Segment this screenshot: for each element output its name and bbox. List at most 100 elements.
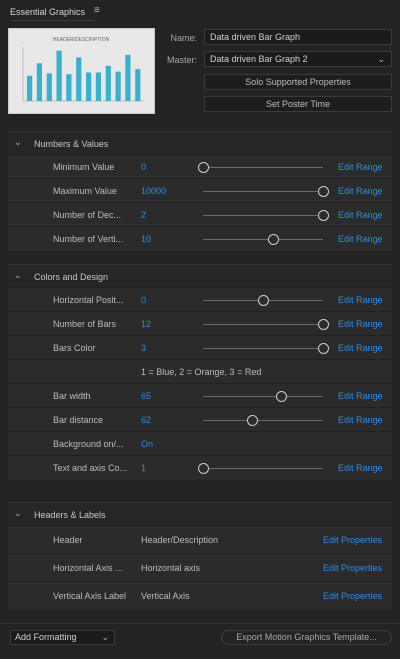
slider-handle[interactable]	[318, 319, 329, 330]
slider-track[interactable]	[203, 420, 323, 421]
section-header[interactable]: ⌄ Numbers & Values	[8, 131, 392, 154]
property-text[interactable]: Horizontal axis	[141, 563, 200, 573]
name-input[interactable]: Data driven Bar Graph	[204, 29, 392, 45]
panel-title-bar: Essential Graphics ≡	[0, 0, 400, 22]
edit-properties-link[interactable]: Edit Properties	[323, 563, 382, 573]
thumbnail-bar	[36, 63, 42, 101]
master-label: Master:	[166, 55, 197, 65]
property-name: Number of Dec...	[53, 210, 122, 220]
edit-properties-link[interactable]: Edit Properties	[323, 535, 382, 545]
property-value[interactable]: 2	[141, 210, 146, 220]
section-title: Numbers & Values	[34, 139, 109, 149]
edit-range-link[interactable]: Edit Range	[338, 391, 383, 401]
thumbnail-bar	[135, 69, 141, 101]
slider-handle[interactable]	[318, 210, 329, 221]
slider-track[interactable]	[203, 468, 323, 469]
chevron-down-icon[interactable]: ⌄	[14, 270, 22, 281]
property-row: Header Header/Description Edit Properties	[8, 525, 392, 554]
add-formatting-select[interactable]: Add Formatting ⌄	[10, 630, 115, 645]
edit-range-link[interactable]: Edit Range	[338, 186, 383, 196]
property-value[interactable]: 0	[141, 295, 146, 305]
slider-handle[interactable]	[318, 186, 329, 197]
slider-track[interactable]	[203, 324, 323, 325]
property-name: Horizontal Axis ...	[53, 563, 123, 573]
slider-handle[interactable]	[247, 415, 259, 426]
edit-properties-link[interactable]: Edit Properties	[323, 591, 382, 601]
thumbnail-bar	[56, 50, 62, 101]
chevron-down-icon[interactable]: ⌄	[14, 137, 22, 148]
property-row: Number of Bars 12 Edit Range	[8, 311, 392, 336]
property-name: Background on/...	[53, 439, 124, 449]
slider-track[interactable]	[203, 348, 323, 349]
property-row: Background on/... On	[8, 431, 392, 456]
slider-handle[interactable]	[198, 162, 209, 173]
edit-range-link[interactable]: Edit Range	[338, 295, 383, 305]
slider-track[interactable]	[203, 191, 323, 192]
add-formatting-label: Add Formatting	[15, 632, 77, 642]
property-value[interactable]: On	[141, 439, 153, 449]
property-text[interactable]: Header/Description	[141, 535, 218, 545]
property-name: Number of Bars	[53, 319, 117, 329]
thumbnail-bar	[66, 74, 72, 101]
property-name: Horizontal Posit...	[53, 295, 124, 305]
property-value[interactable]: 12	[141, 319, 151, 329]
title-underline	[10, 20, 95, 21]
thumbnail-bar	[105, 65, 111, 101]
slider-track[interactable]	[203, 396, 323, 397]
property-row: Bar width 65 Edit Range	[8, 383, 392, 408]
property-row: Number of Verti... 10 Edit Range	[8, 226, 392, 251]
property-value[interactable]: 10000	[141, 186, 166, 196]
export-motion-graphics-template-button[interactable]: Export Motion Graphics Template...	[221, 630, 392, 645]
property-value[interactable]: 10	[141, 234, 151, 244]
chevron-down-icon: ⌄	[101, 632, 109, 642]
edit-range-link[interactable]: Edit Range	[338, 463, 383, 473]
slider-handle[interactable]	[258, 295, 269, 306]
edit-range-link[interactable]: Edit Range	[338, 210, 383, 220]
property-row: Bars Color 3 Edit Range	[8, 335, 392, 360]
slider-handle[interactable]	[318, 343, 329, 354]
property-name: Number of Verti...	[53, 234, 124, 244]
thumbnail-bar	[95, 72, 101, 101]
property-text[interactable]: Vertical Axis	[141, 591, 190, 601]
property-row: Minimum Value 0 Edit Range	[8, 154, 392, 179]
slider-handle[interactable]	[267, 234, 279, 245]
thumbnail-bar	[27, 75, 33, 101]
chevron-down-icon[interactable]: ⌄	[14, 508, 22, 519]
set-poster-time-button[interactable]: Set Poster Time	[204, 96, 392, 112]
property-value[interactable]: 0	[141, 162, 146, 172]
section-header[interactable]: ⌄ Headers & Labels	[8, 502, 392, 525]
note-row: 1 = Blue, 2 = Orange, 3 = Red	[8, 359, 392, 384]
thumbnail-bar	[125, 54, 131, 101]
name-label: Name:	[170, 33, 197, 43]
master-select[interactable]: Data driven Bar Graph 2 ⌄	[204, 51, 392, 67]
section-header[interactable]: ⌄ Colors and Design	[8, 264, 392, 287]
property-value[interactable]: 65	[141, 391, 151, 401]
footer-divider	[0, 623, 400, 624]
property-value[interactable]: 3	[141, 343, 146, 353]
edit-range-link[interactable]: Edit Range	[338, 234, 383, 244]
property-name: Text and axis Co...	[53, 463, 128, 473]
edit-range-link[interactable]: Edit Range	[338, 162, 383, 172]
property-row: Text and axis Co... 1 Edit Range	[8, 455, 392, 480]
hamburger-icon[interactable]: ≡	[94, 6, 100, 16]
bars-color-note: 1 = Blue, 2 = Orange, 3 = Red	[141, 367, 262, 377]
property-row: Bar distance 62 Edit Range	[8, 407, 392, 432]
section-title: Headers & Labels	[34, 510, 106, 520]
property-name: Bars Color	[53, 343, 96, 353]
edit-range-link[interactable]: Edit Range	[338, 319, 383, 329]
slider-handle[interactable]	[276, 391, 287, 402]
slider-track[interactable]	[203, 215, 323, 216]
property-value[interactable]: 62	[141, 415, 151, 425]
property-value[interactable]: 1	[141, 463, 146, 473]
property-row: Number of Dec... 2 Edit Range	[8, 202, 392, 227]
property-name: Minimum Value	[53, 162, 115, 172]
edit-range-link[interactable]: Edit Range	[338, 343, 383, 353]
solo-supported-properties-button[interactable]: Solo Supported Properties	[204, 74, 392, 90]
slider-track[interactable]	[203, 239, 323, 240]
property-name: Bar width	[53, 391, 91, 401]
slider-track[interactable]	[203, 167, 323, 168]
property-name: Vertical Axis Label	[53, 591, 127, 601]
slider-handle[interactable]	[198, 463, 209, 474]
master-select-value: Data driven Bar Graph 2	[210, 54, 308, 64]
edit-range-link[interactable]: Edit Range	[338, 415, 383, 425]
